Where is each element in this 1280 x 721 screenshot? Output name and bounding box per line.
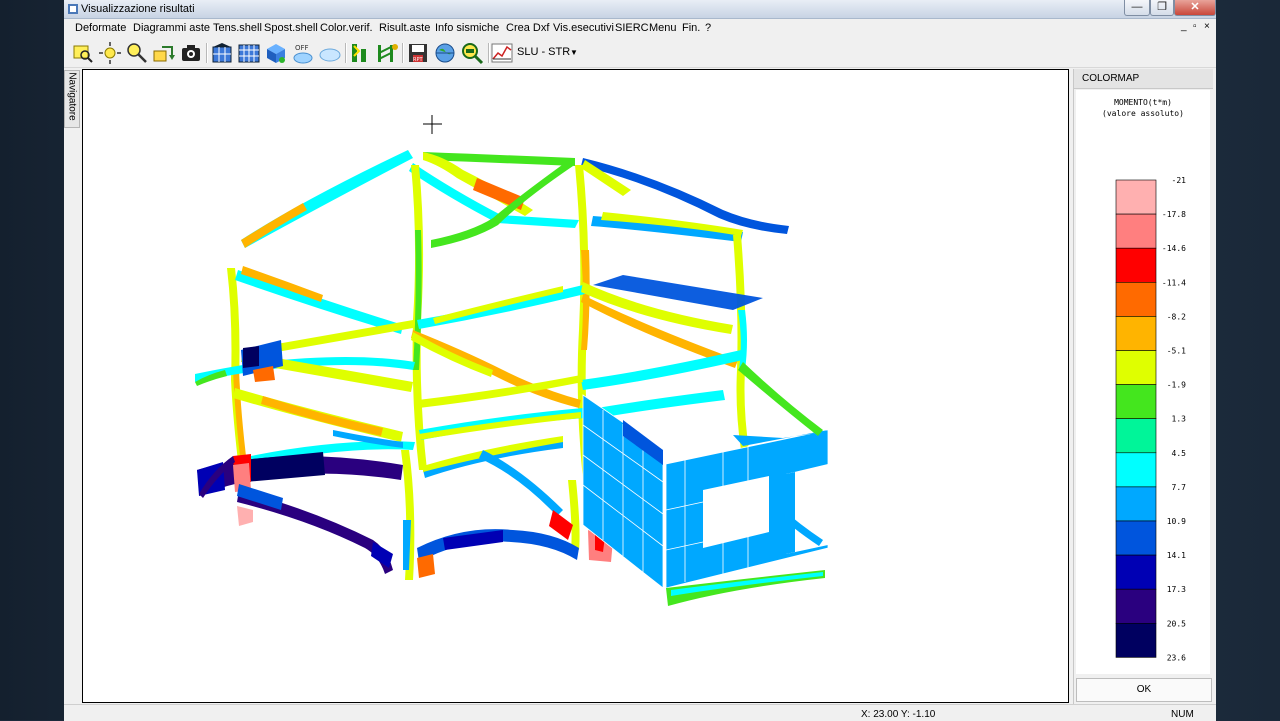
- toolbar-separator: [402, 43, 404, 63]
- colormap-header: COLORMAP: [1074, 69, 1213, 89]
- colormap-tick-label: -5.1: [1167, 347, 1186, 356]
- colormap-swatch: [1115, 316, 1157, 351]
- zoom-extents-icon[interactable]: [460, 41, 484, 65]
- toolbar: OFF RPT SLU - STR ▼: [64, 39, 1216, 68]
- window-title: Visualizzazione risultati: [81, 3, 195, 15]
- menu-bar: Deformate Diagrammi aste Tens.shell Spos…: [64, 19, 1216, 38]
- menu-info-sismiche[interactable]: Info sismiche: [435, 22, 499, 34]
- mdi-minimize-button[interactable]: _: [1181, 21, 1187, 32]
- colormap-swatch: [1115, 247, 1157, 283]
- mdi-restore-button[interactable]: ▫: [1193, 21, 1197, 32]
- colormap-swatch: [1115, 282, 1157, 317]
- colormap-title: MOMENTO(t*m): [1114, 98, 1172, 107]
- save-icon[interactable]: RPT: [406, 41, 430, 65]
- ok-button[interactable]: OK: [1076, 678, 1212, 702]
- menu-deformate[interactable]: Deformate: [75, 22, 126, 34]
- level2-beams: [195, 266, 763, 408]
- grid-view-icon[interactable]: [237, 41, 261, 65]
- colormap-swatch: [1115, 622, 1157, 658]
- colormap-tick-label: -1.9: [1167, 381, 1186, 390]
- zoom-all-icon[interactable]: [98, 41, 122, 65]
- frame-view-icon[interactable]: [210, 41, 234, 65]
- menu-diagrammi-aste[interactable]: Diagrammi aste: [133, 22, 210, 34]
- colormap-tick-label: 23.6: [1167, 653, 1186, 662]
- colormap-tick-label: 10.9: [1167, 517, 1186, 526]
- app-window: Visualizzazione risultati — ❐ ✕ Deformat…: [64, 0, 1216, 721]
- menu-fin[interactable]: Fin.: [682, 22, 700, 34]
- cursor-coordinates: X: 23.00 Y: -1.10: [861, 709, 936, 720]
- load-icon[interactable]: [348, 41, 372, 65]
- colormap-tick-label: -8.2: [1167, 312, 1186, 321]
- menu-menu[interactable]: Menu: [649, 22, 677, 34]
- colormap-tick-label: 14.1: [1167, 551, 1186, 560]
- colormap-swatch: [1115, 588, 1157, 624]
- title-bar: Visualizzazione risultati — ❐ ✕: [64, 0, 1216, 19]
- colormap-swatch: [1115, 452, 1157, 488]
- colormap-swatch: [1115, 350, 1157, 385]
- colormap-body: MOMENTO(t*m) (valore assoluto) -21 -17.8-…: [1076, 90, 1210, 674]
- navigator-tab[interactable]: Navigatore: [64, 70, 80, 128]
- menu-color-verif[interactable]: Color.verif.: [320, 22, 373, 34]
- combination-select[interactable]: SLU - STR ▼: [515, 44, 581, 61]
- app-icon: [68, 4, 78, 14]
- menu-crea-dxf[interactable]: Crea Dxf: [506, 22, 549, 34]
- colormap-tick-label: -11.4: [1162, 278, 1186, 287]
- status-bar: X: 23.00 Y: -1.10 NUM: [64, 704, 1216, 721]
- menu-tens-shell[interactable]: Tens.shell: [213, 22, 262, 34]
- maximize-button[interactable]: ❐: [1150, 0, 1174, 16]
- mdi-close-button[interactable]: ×: [1204, 21, 1210, 32]
- colormap-swatch: [1115, 213, 1157, 249]
- cloud-icon[interactable]: [318, 41, 342, 65]
- combination-value: SLU - STR: [517, 46, 571, 58]
- toolbar-separator: [206, 43, 208, 63]
- zoom-window-icon[interactable]: [71, 41, 95, 65]
- colormap-swatch: [1115, 384, 1157, 420]
- crosshair-cursor-icon: [423, 115, 442, 134]
- colormap-tick-label: -21: [1172, 176, 1187, 185]
- chevron-down-icon[interactable]: ▼: [567, 44, 581, 61]
- menu-spost-shell[interactable]: Spost.shell: [264, 22, 318, 34]
- num-lock-indicator: NUM: [1171, 709, 1194, 720]
- zoom-icon[interactable]: [125, 41, 149, 65]
- structure-icon[interactable]: [375, 41, 399, 65]
- colormap-tick-label: 17.3: [1167, 585, 1186, 594]
- colormap-tick-label: -14.6: [1162, 244, 1186, 253]
- svg-text:RPT: RPT: [413, 57, 423, 63]
- graph-icon-duplicate: [490, 41, 514, 65]
- globe-icon[interactable]: [433, 41, 457, 65]
- colormap-tick-label: 4.5: [1172, 449, 1187, 458]
- menu-sierc[interactable]: SIERC: [615, 22, 649, 34]
- colormap-swatch: [1115, 486, 1157, 522]
- solid-view-icon[interactable]: [264, 41, 288, 65]
- colormap-swatch: [1115, 418, 1157, 454]
- colormap-panel: COLORMAP MOMENTO(t*m) (valore assoluto) …: [1073, 69, 1213, 704]
- colormap-tick-label: 1.3: [1172, 415, 1187, 424]
- menu-vis-esecutivi[interactable]: Vis.esecutivi: [553, 22, 614, 34]
- colormap-tick-label: 20.5: [1167, 619, 1186, 628]
- structure-3d-view[interactable]: [83, 70, 1068, 702]
- colormap-tick-label: 7.7: [1172, 483, 1187, 492]
- colormap-swatch: [1115, 520, 1157, 556]
- toolbar-separator: [345, 43, 347, 63]
- close-button[interactable]: ✕: [1174, 0, 1216, 16]
- roof-beams: [241, 150, 789, 248]
- colormap-swatch: [1115, 179, 1157, 215]
- colormap-header-label: COLORMAP: [1082, 73, 1140, 84]
- navigator-label: Navigatore: [66, 72, 78, 121]
- colormap-subtitle: (valore assoluto): [1102, 109, 1184, 118]
- svg-text:OFF: OFF: [295, 44, 309, 52]
- off-icon[interactable]: OFF: [291, 41, 315, 65]
- minimize-button[interactable]: —: [1124, 0, 1150, 16]
- model-view-canvas[interactable]: [82, 69, 1069, 703]
- rotate-icon[interactable]: [152, 41, 176, 65]
- colormap-tick-label: -17.8: [1162, 210, 1186, 219]
- colormap-legend: -21 -17.8 -14.6 -11.4 -8.2 -5.1 -1.9 1.3 4.5 7.7 1…: [1115, 176, 1187, 662]
- camera-icon[interactable]: [179, 41, 203, 65]
- colormap-swatch: [1115, 554, 1157, 590]
- menu-risult-aste[interactable]: Risult.aste: [379, 22, 430, 34]
- menu-help[interactable]: ?: [705, 22, 711, 34]
